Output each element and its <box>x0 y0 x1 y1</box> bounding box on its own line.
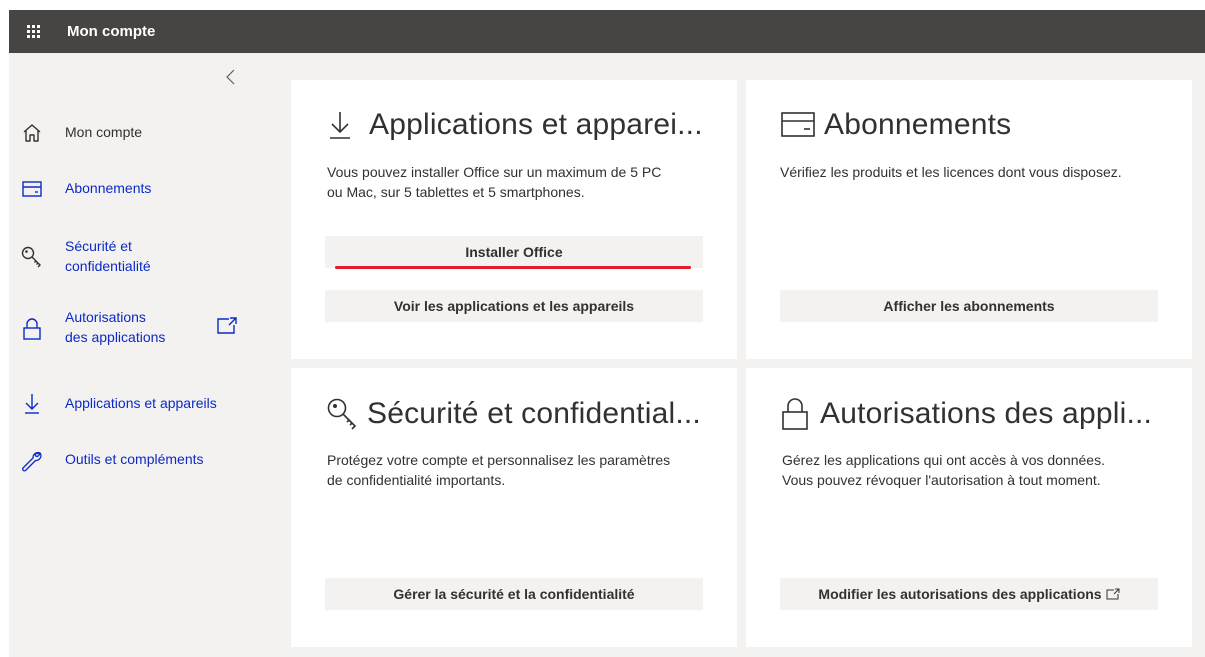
sidebar-item-autorisations[interactable]: Autorisations des applications <box>9 308 257 348</box>
manage-security-button[interactable]: Gérer la sécurité et la confidentialité <box>325 578 703 610</box>
card-header: Abonnements <box>780 108 1011 142</box>
sidebar-item-label-line1: Autorisations <box>65 309 146 325</box>
card-header: Applications et apparei... <box>325 108 703 142</box>
card-title: Sécurité et confidential... <box>367 397 701 430</box>
sidebar-item-abonnements[interactable]: Abonnements <box>9 173 257 203</box>
card-description-line1: Gérez les applications qui ont accès à v… <box>782 452 1105 468</box>
card-abonnements: Abonnements Vérifiez les produits et les… <box>746 80 1192 359</box>
card-description-line2: de confidentialité importants. <box>327 472 506 488</box>
card-title: Applications et apparei... <box>369 108 703 141</box>
modify-permissions-button[interactable]: Modifier les autorisations des applicati… <box>780 578 1158 610</box>
app-launcher-button[interactable] <box>9 10 57 53</box>
view-subscriptions-button[interactable]: Afficher les abonnements <box>780 290 1158 322</box>
card-description-line1: Vous pouvez installer Office sur un maxi… <box>327 164 662 180</box>
sidebar-item-mon-compte[interactable]: Mon compte <box>9 117 257 147</box>
install-office-button[interactable]: Installer Office <box>325 236 703 268</box>
app-title: Mon compte <box>67 23 156 40</box>
card-securite: Sécurité et confidential... Protégez vot… <box>291 368 737 647</box>
card-description-line1: Vérifiez les produits et les licences do… <box>780 164 1122 180</box>
sidebar-item-label-line2: des applications <box>65 329 166 345</box>
sidebar-item-label: Applications et appareils <box>65 395 217 411</box>
card-title: Abonnements <box>824 108 1012 141</box>
lock-icon <box>19 316 45 342</box>
sidebar-item-label-line2: confidentialité <box>65 258 151 274</box>
sidebar-item-outils[interactable]: Outils et compléments <box>9 445 257 475</box>
top-bar: Mon compte <box>9 10 1205 53</box>
card-title: Autorisations des appli... <box>820 397 1153 430</box>
key-icon <box>327 398 357 430</box>
sidebar-item-applications[interactable]: Applications et appareils <box>9 389 257 419</box>
download-icon <box>19 391 45 417</box>
sidebar-item-label: Abonnements <box>65 180 152 196</box>
wrench-icon <box>19 448 45 474</box>
sidebar-item-label: Outils et compléments <box>65 451 204 467</box>
card-icon <box>19 176 45 202</box>
download-icon <box>330 112 350 139</box>
app-launcher-icon <box>26 25 40 38</box>
card-description-line2: ou Mac, sur 5 tablettes et 5 smartphones… <box>327 184 585 200</box>
sidebar-item-label: Mon compte <box>65 124 143 140</box>
card-applications: Applications et apparei... Vous pouvez i… <box>291 80 737 359</box>
open-external-icon <box>1106 588 1120 600</box>
view-apps-devices-button[interactable]: Voir les applications et les appareils <box>325 290 703 322</box>
card-header: Sécurité et confidential... <box>325 396 701 432</box>
lock-icon <box>782 398 808 430</box>
button-label: Modifier les autorisations des applicati… <box>818 586 1102 602</box>
sidebar-item-securite[interactable]: Sécurité et confidentialité <box>9 237 257 277</box>
card-autorisations: Autorisations des appli... Gérez les app… <box>746 368 1192 647</box>
collapse-sidebar-button[interactable] <box>221 67 241 87</box>
card-icon <box>781 112 815 137</box>
card-header: Autorisations des appli... <box>780 396 1152 432</box>
card-description-line2: Vous pouvez révoquer l'autorisation à to… <box>782 472 1101 488</box>
key-icon <box>19 244 45 270</box>
open-external-icon <box>215 316 239 336</box>
card-description-line1: Protégez votre compte et personnalisez l… <box>327 452 671 468</box>
home-icon <box>19 120 45 146</box>
page-frame: Mon compte Mon compte Abonnements Sécuri… <box>9 10 1205 657</box>
highlight-underline <box>335 266 691 269</box>
chevron-left-icon <box>226 69 235 85</box>
sidebar-item-label-line1: Sécurité et <box>65 238 132 254</box>
sidebar: Mon compte Abonnements Sécurité et confi… <box>9 53 257 657</box>
